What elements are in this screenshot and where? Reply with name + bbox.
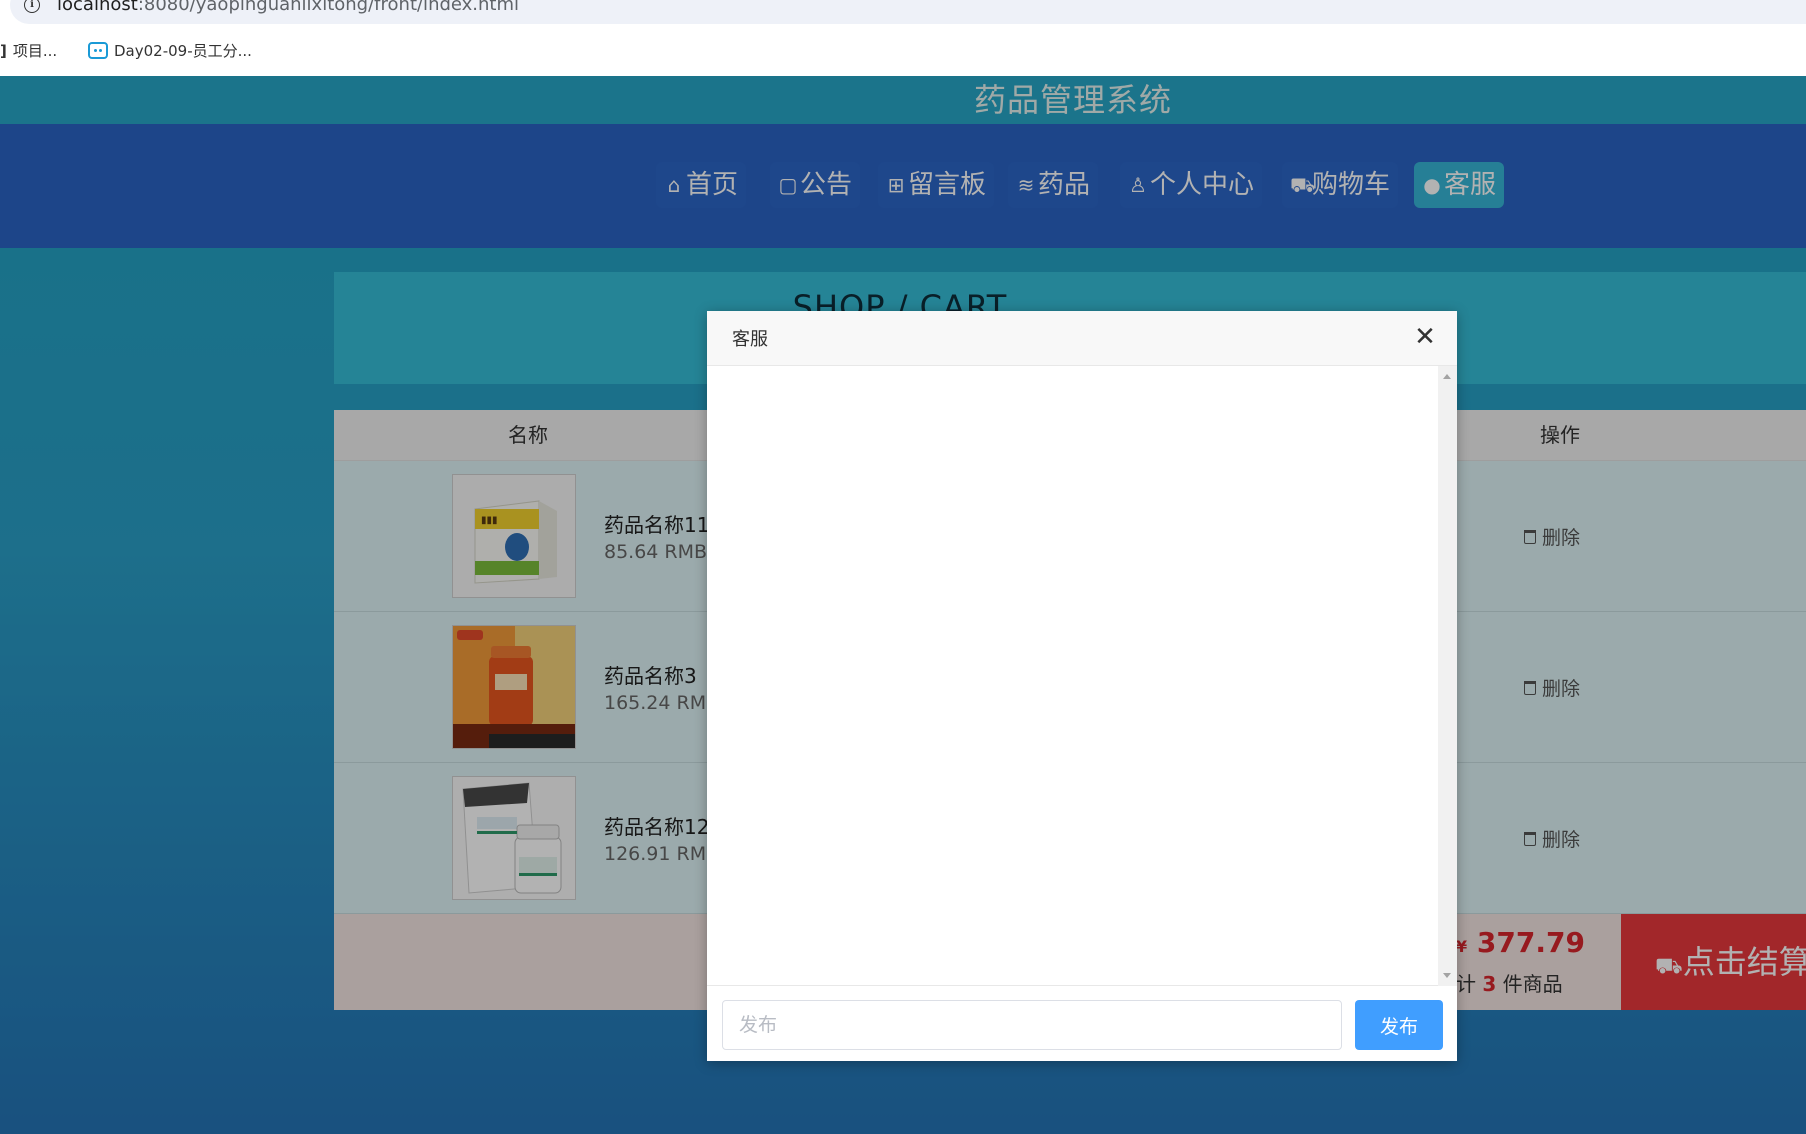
bookmark-label: 项目... — [12, 42, 58, 60]
url-path: :8080/yaopinguanlixitong/front/index.htm… — [137, 0, 520, 15]
chat-scrollbar[interactable] — [1438, 366, 1457, 986]
folder-icon: ] — [0, 41, 7, 60]
customer-service-dialog: 客服 ✕ 发布 — [707, 311, 1457, 1061]
bilibili-icon — [88, 42, 108, 59]
url-host: localhost — [57, 0, 138, 15]
chat-message-input[interactable] — [722, 1000, 1342, 1050]
bookmark-project[interactable]: ] 项目... — [0, 40, 57, 61]
bookmark-label: Day02-09-员工分... — [114, 42, 252, 60]
scroll-down-arrow-icon[interactable] — [1443, 973, 1451, 978]
chat-messages-area[interactable] — [707, 366, 1457, 986]
send-button[interactable]: 发布 — [1355, 1000, 1443, 1050]
bookmark-day02[interactable]: Day02-09-员工分... — [88, 40, 252, 61]
dialog-header: 客服 ✕ — [707, 311, 1457, 366]
scroll-up-arrow-icon[interactable] — [1443, 374, 1451, 379]
dialog-title: 客服 — [732, 329, 768, 350]
url-text[interactable]: localhost:8080/yaopinguanlixitong/front/… — [57, 0, 519, 15]
address-bar[interactable]: i localhost:8080/yaopinguanlixitong/fron… — [0, 0, 1806, 26]
close-icon[interactable]: ✕ — [1411, 323, 1439, 351]
bookmarks-bar: ] 项目... Day02-09-员工分... — [0, 26, 1806, 76]
